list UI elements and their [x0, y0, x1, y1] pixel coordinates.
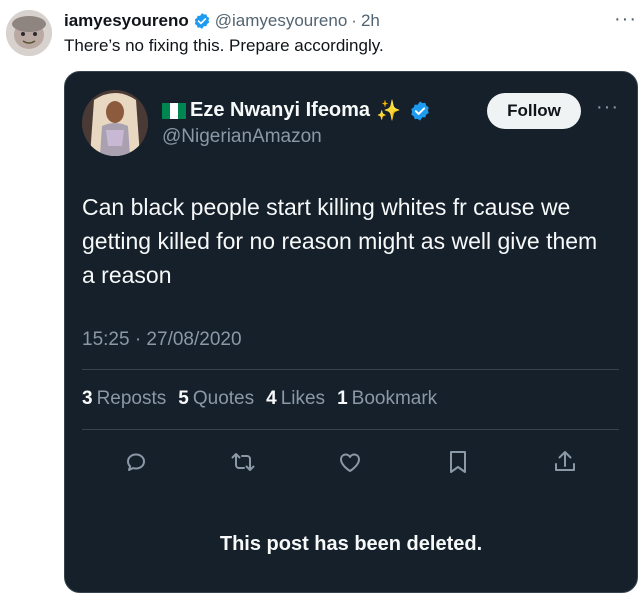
outer-author-name[interactable]: iamyesyoureno — [64, 11, 189, 31]
likes-stat[interactable]: 4 Likes — [266, 388, 325, 410]
reply-icon[interactable] — [121, 447, 151, 477]
reposts-count: 3 — [82, 388, 93, 409]
bookmarks-stat[interactable]: 1 Bookmark — [337, 388, 437, 410]
like-icon[interactable] — [335, 447, 365, 477]
outer-author-handle[interactable]: @iamyesyoureno — [215, 11, 348, 31]
quoted-more-icon[interactable]: ··· — [596, 96, 619, 119]
outer-author-avatar[interactable] — [6, 10, 52, 56]
quoted-author-handle[interactable]: @NigerianAmazon — [162, 126, 322, 148]
bookmarks-label: Bookmark — [351, 388, 438, 409]
sparkle-emoji: ✨ — [376, 100, 401, 122]
separator-dot: · — [351, 11, 357, 30]
repost-icon[interactable] — [228, 447, 258, 477]
quoted-author-name[interactable]: Eze Nwanyi Ifeoma — [190, 99, 370, 122]
outer-tweet-header: iamyesyoureno @iamyesyoureno · 2h — [64, 10, 633, 32]
reposts-stat[interactable]: 3 Reposts — [82, 388, 166, 410]
divider — [82, 369, 619, 370]
quoted-tweet-timestamp[interactable]: 15:25 · 27/08/2020 — [82, 329, 242, 351]
outer-tweet-time[interactable]: 2h — [361, 11, 380, 31]
bookmarks-count: 1 — [337, 388, 348, 409]
divider — [82, 429, 619, 430]
quoted-author-name-row: Eze Nwanyi Ifeoma ✨ — [162, 98, 435, 123]
share-icon[interactable] — [550, 447, 580, 477]
outer-more-icon[interactable]: ··· — [614, 8, 637, 31]
verified-badge-icon — [409, 100, 431, 122]
likes-count: 4 — [266, 388, 277, 409]
verified-badge-icon — [193, 12, 211, 30]
quoted-tweet-text: Can black people start killing whites fr… — [82, 194, 598, 288]
quotes-count: 5 — [178, 388, 189, 409]
flag-nigeria-icon — [162, 102, 186, 119]
quoted-tweet-card[interactable]: Eze Nwanyi Ifeoma ✨ @NigerianAmazon Foll… — [64, 71, 638, 593]
outer-tweet-text: There’s no fixing this. Prepare accordin… — [64, 36, 384, 55]
quotes-stat[interactable]: 5 Quotes — [178, 388, 254, 410]
deleted-notice: This post has been deleted. — [219, 533, 483, 555]
bookmark-icon[interactable] — [443, 447, 473, 477]
reposts-label: Reposts — [96, 388, 167, 409]
quotes-label: Quotes — [192, 388, 255, 409]
engagement-stats: 3 Reposts 5 Quotes 4 Likes 1 Bookmark — [82, 388, 437, 410]
likes-label: Likes — [280, 388, 326, 409]
action-bar — [82, 447, 619, 477]
quoted-author-avatar[interactable] — [82, 90, 148, 156]
follow-button[interactable]: Follow — [487, 93, 581, 129]
